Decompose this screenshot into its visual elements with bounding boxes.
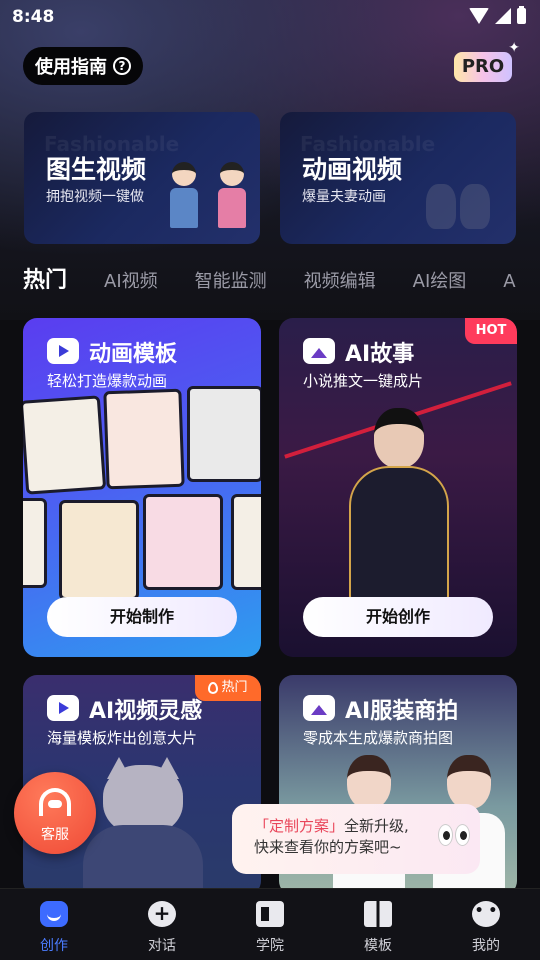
promo-line-1-rest: 全新升级, — [344, 817, 409, 835]
create-icon — [40, 901, 68, 927]
card-subtitle: 海量模板炸出创意大片 — [47, 729, 198, 747]
customer-service-button[interactable]: 客服 — [14, 772, 96, 854]
template-icon — [364, 901, 392, 927]
card-ai-story[interactable]: HOT AI故事 小说推文一键成片 开始创作 — [279, 318, 517, 657]
play-icon — [47, 338, 79, 364]
card-title: AI故事 — [345, 342, 415, 367]
pro-badge[interactable]: PRO — [454, 52, 512, 82]
hot-badge: HOT — [465, 318, 517, 344]
play-icon — [47, 695, 79, 721]
nav-label: 模板 — [364, 938, 392, 954]
status-icons — [469, 6, 526, 24]
tab-ai-drawing[interactable]: AI绘图 — [413, 267, 467, 293]
banner-animation-video[interactable]: 动画视频 爆量夫妻动画 — [280, 112, 516, 244]
tab-ai-video[interactable]: AI视频 — [104, 267, 158, 293]
card-subtitle: 零成本生成爆款商拍图 — [303, 729, 454, 747]
cartoon-couple-image — [164, 152, 254, 232]
promo-line-2: 快来查看你的方案吧~ — [254, 838, 402, 856]
nav-profile[interactable]: 我的 — [432, 889, 540, 960]
banner-title: 动画视频 — [302, 155, 403, 184]
card-subtitle: 轻松打造爆款动画 — [47, 372, 168, 390]
banner-subtitle: 爆量夫妻动画 — [302, 189, 386, 205]
school-icon — [256, 901, 284, 927]
image-icon — [303, 338, 335, 364]
tab-hot[interactable]: 热门 — [23, 262, 67, 294]
tab-smart-monitor[interactable]: 智能监测 — [195, 267, 267, 293]
status-bar: 8:48 — [0, 0, 540, 36]
banner-image-to-video[interactable]: 图生视频 拥抱视频一键做 — [24, 112, 260, 244]
wifi-icon — [469, 8, 489, 24]
status-time: 8:48 — [12, 7, 55, 27]
nav-label: 对话 — [148, 938, 176, 954]
nav-school[interactable]: 学院 — [216, 889, 324, 960]
card-subtitle: 小说推文一键成片 — [303, 372, 424, 390]
hot-tag: 热门 — [195, 675, 261, 701]
banner-subtitle: 拥抱视频一键做 — [46, 189, 144, 205]
promo-line-1: 「定制方案」全新升级, — [254, 816, 468, 837]
warrior-image — [329, 408, 469, 608]
flame-icon — [208, 682, 219, 694]
nav-template[interactable]: 模板 — [324, 889, 432, 960]
hot-tag-label: 热门 — [221, 680, 248, 695]
chat-icon — [148, 901, 176, 927]
customer-service-label: 客服 — [41, 827, 69, 843]
category-tabs: 热门 AI视频 智能监测 视频编辑 AI绘图 A — [23, 262, 540, 294]
nav-label: 我的 — [472, 938, 500, 954]
card-title: AI服装商拍 — [345, 699, 459, 724]
usage-guide-label: 使用指南 — [35, 57, 107, 78]
card-title: AI视频灵感 — [89, 699, 203, 724]
comic-panels-image — [23, 386, 261, 600]
card-title: 动画模板 — [89, 342, 178, 367]
start-make-button[interactable]: 开始制作 — [47, 597, 237, 637]
signal-icon — [495, 8, 511, 24]
headset-icon — [39, 788, 71, 816]
nav-label: 学院 — [256, 938, 284, 954]
card-animation-template[interactable]: 动画模板 轻松打造爆款动画 开始制作 — [23, 318, 261, 657]
usage-guide-button[interactable]: 使用指南 ? — [23, 47, 143, 85]
sparkle-icon: ✦ — [508, 40, 520, 56]
promo-highlight: 「定制方案」 — [254, 817, 345, 835]
eyes-icon — [438, 824, 472, 848]
question-icon: ? — [113, 57, 131, 75]
profile-icon — [472, 901, 500, 927]
nav-label: 创作 — [40, 938, 68, 954]
image-icon — [303, 695, 335, 721]
tab-more[interactable]: A — [503, 271, 515, 292]
battery-icon — [517, 6, 526, 24]
bottom-nav: 创作 对话 学院 模板 我的 — [0, 888, 540, 960]
cats-image — [426, 174, 496, 229]
nav-create[interactable]: 创作 — [0, 889, 108, 960]
nav-chat[interactable]: 对话 — [108, 889, 216, 960]
banner-title: 图生视频 — [46, 155, 147, 184]
tab-video-edit[interactable]: 视频编辑 — [304, 267, 376, 293]
start-create-button[interactable]: 开始创作 — [303, 597, 493, 637]
